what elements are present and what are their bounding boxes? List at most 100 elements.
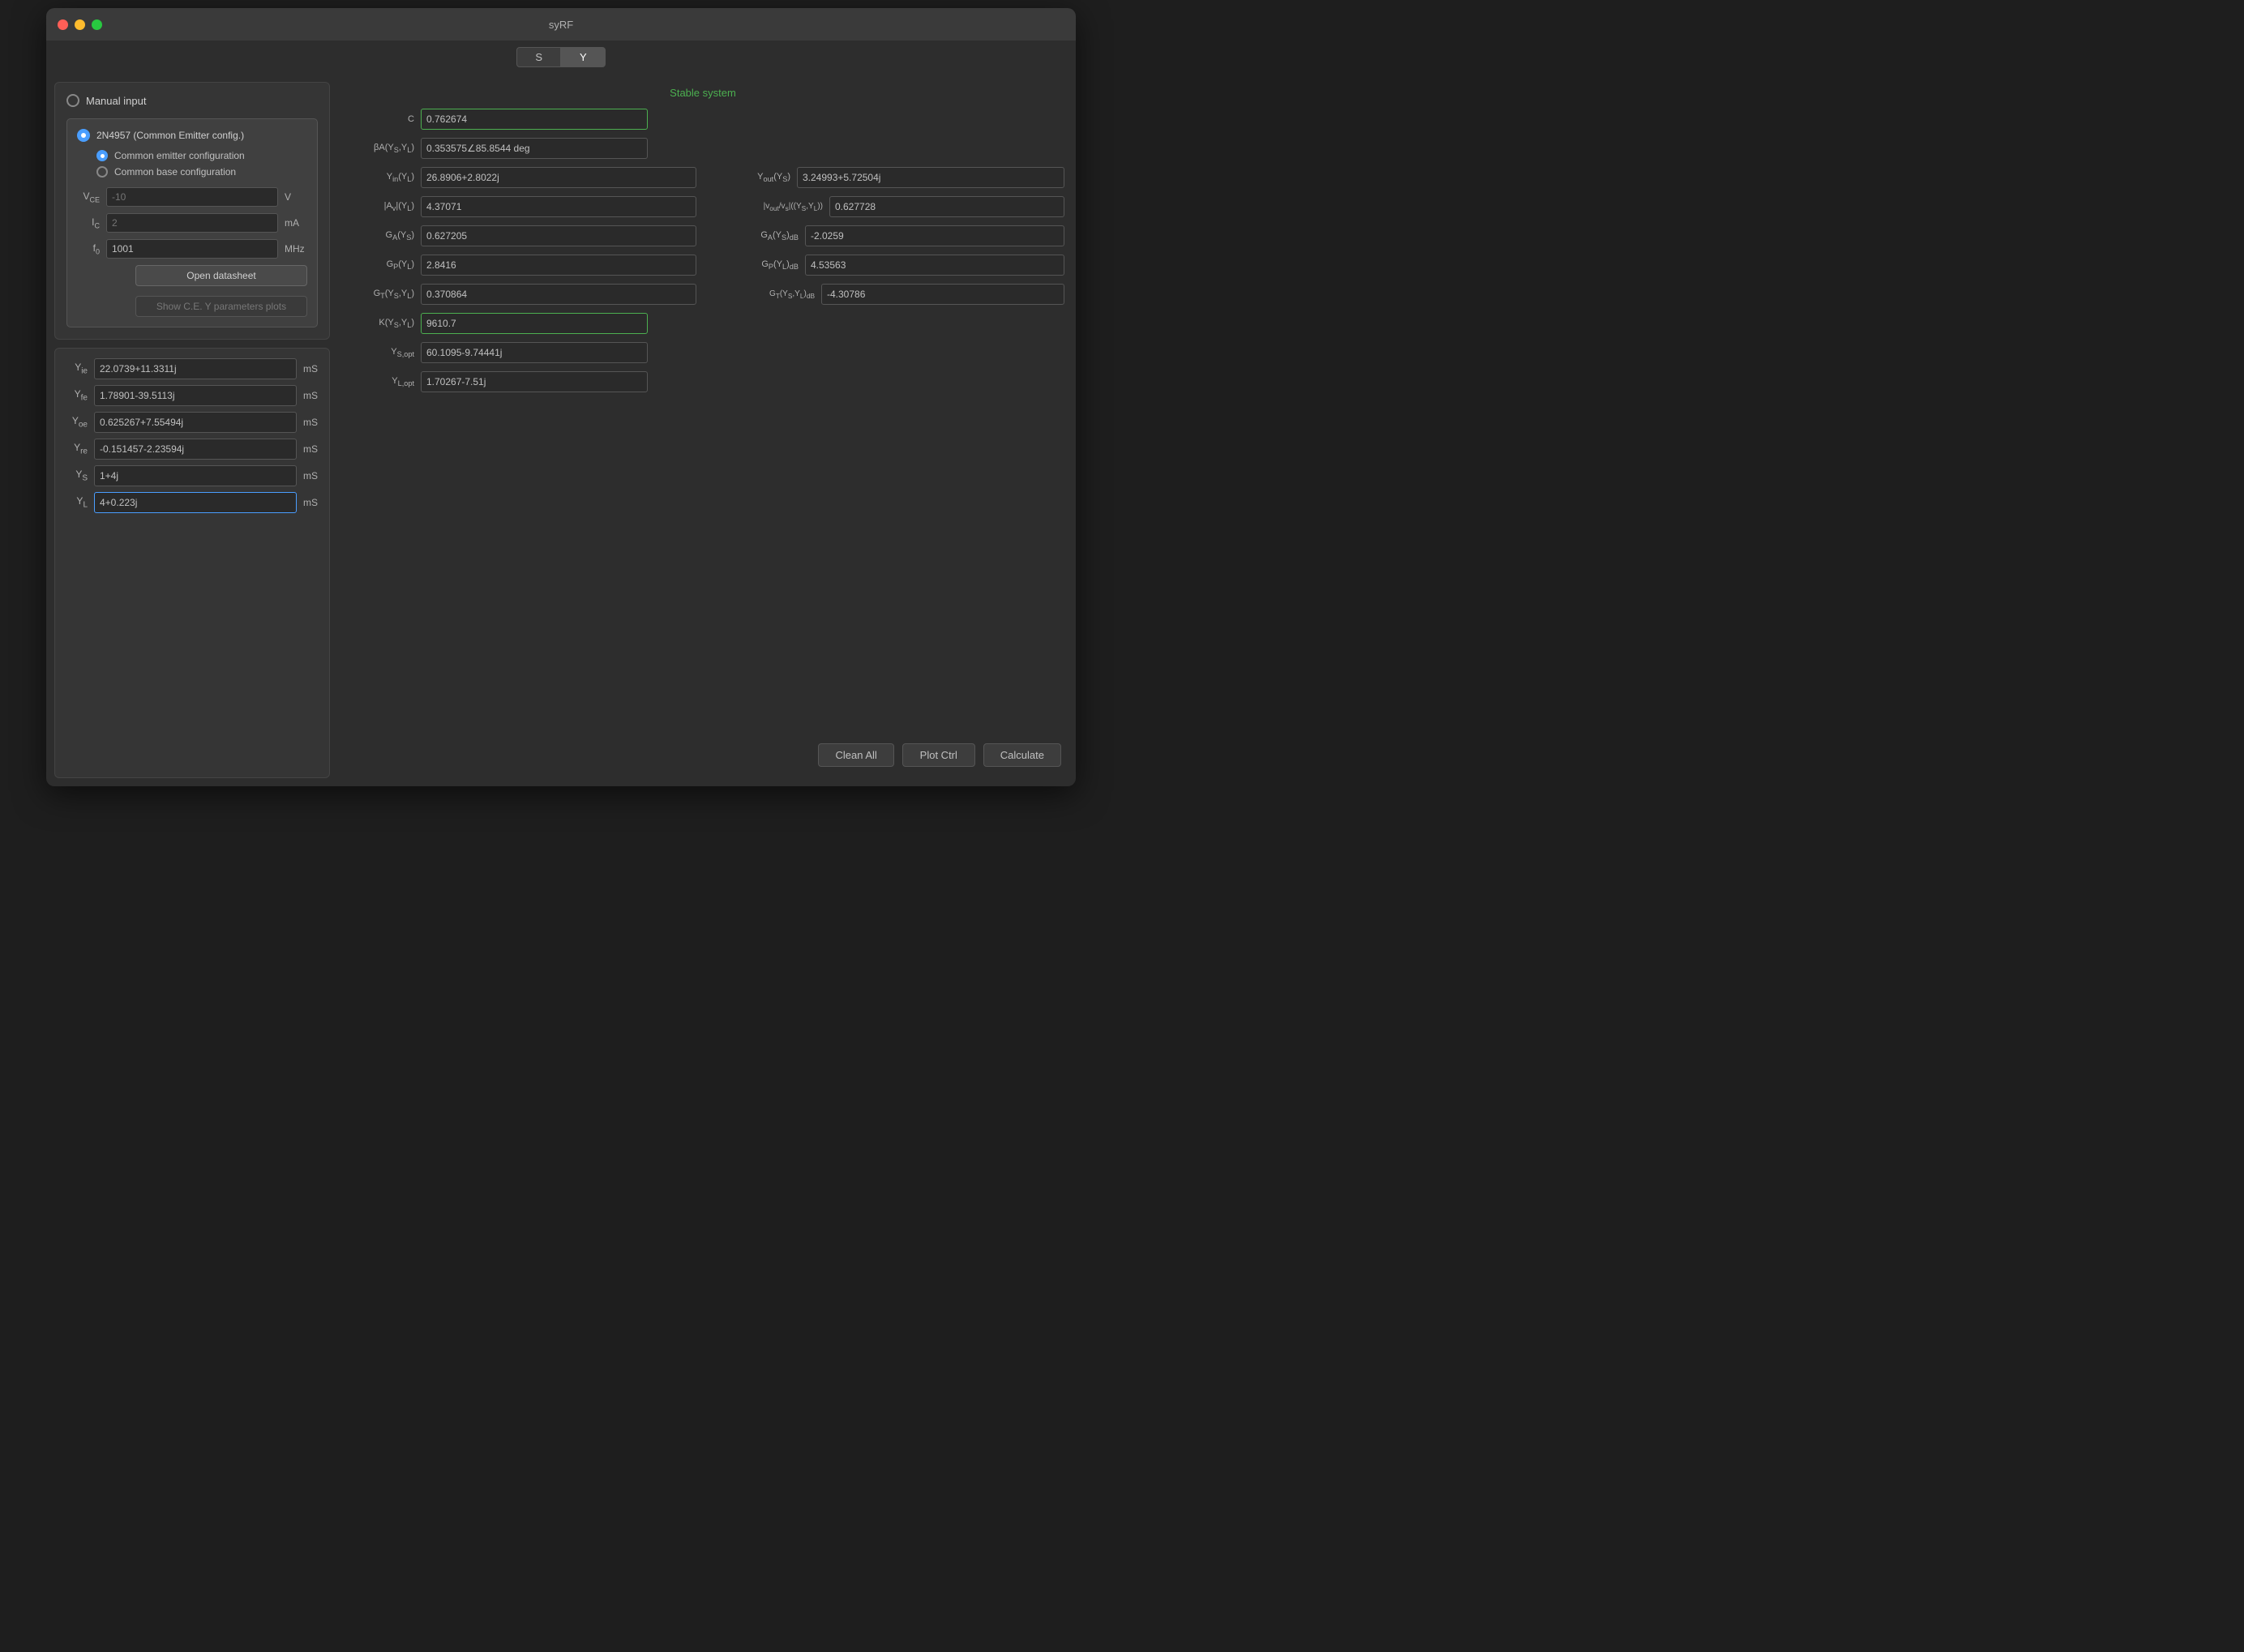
- ic-input[interactable]: [106, 213, 278, 233]
- gt-label: GT(YS,YL): [341, 289, 414, 300]
- plot-ctrl-button[interactable]: Plot Ctrl: [902, 743, 975, 767]
- yie-unit: mS: [303, 363, 319, 374]
- yre-row: Yre mS: [65, 439, 319, 460]
- gp-yl-db-row: GP(YL)dB: [709, 255, 1064, 276]
- beta-row: βA(YS,YL): [341, 138, 1064, 159]
- yie-input[interactable]: [94, 358, 297, 379]
- yl-input[interactable]: [94, 492, 297, 513]
- tab-bar: S Y: [46, 41, 1076, 74]
- show-plots-button[interactable]: Show C.E. Y parameters plots: [135, 296, 307, 317]
- config2-radio[interactable]: [96, 166, 108, 178]
- ys-row: YS mS: [65, 465, 319, 486]
- gt-value[interactable]: [421, 284, 696, 305]
- config1-label: Common emitter configuration: [114, 150, 245, 161]
- vout-label: |vout/vs|((YS,YL)): [709, 202, 823, 212]
- gp-yl-row: GP(YL): [341, 255, 696, 276]
- tab-s[interactable]: S: [516, 47, 561, 67]
- vout-value[interactable]: [829, 196, 1064, 217]
- vce-row: VCE V: [77, 187, 307, 207]
- ys-label: YS: [65, 469, 88, 482]
- yout-label: Yout(YS): [709, 172, 790, 183]
- gp-yl-label: GP(YL): [341, 259, 414, 271]
- yre-label: Yre: [65, 442, 88, 456]
- ys-opt-row: YS,opt: [341, 342, 1064, 363]
- gp-yl-db-value[interactable]: [805, 255, 1064, 276]
- stable-label: Stable system: [341, 87, 1064, 99]
- ys-input[interactable]: [94, 465, 297, 486]
- open-datasheet-button[interactable]: Open datasheet: [135, 265, 307, 286]
- ga-ys-db-row: GA(YS)dB: [709, 225, 1064, 246]
- gt-db-row: GT(YS,YL)dB: [709, 284, 1064, 305]
- ga-ys-db-value[interactable]: [805, 225, 1064, 246]
- av-value[interactable]: [421, 196, 696, 217]
- config-options: Common emitter configuration Common base…: [96, 150, 307, 178]
- c-label: C: [341, 114, 414, 124]
- tab-y[interactable]: Y: [561, 47, 606, 67]
- ic-row: IC mA: [77, 213, 307, 233]
- av-row: |Av|(YL): [341, 196, 696, 217]
- f0-unit: MHz: [285, 243, 307, 255]
- k-value[interactable]: [421, 313, 648, 334]
- manual-input-radio[interactable]: [66, 94, 79, 107]
- beta-value[interactable]: [421, 138, 648, 159]
- vout-row: |vout/vs|((YS,YL)): [709, 196, 1064, 217]
- vce-label: VCE: [77, 190, 100, 203]
- clean-all-button[interactable]: Clean All: [818, 743, 893, 767]
- device-radio[interactable]: [77, 129, 90, 142]
- beta-label: βA(YS,YL): [341, 143, 414, 154]
- ys-unit: mS: [303, 470, 319, 481]
- f0-row: f0 MHz: [77, 239, 307, 259]
- ga-ys-row: GA(YS): [341, 225, 696, 246]
- yoe-input[interactable]: [94, 412, 297, 433]
- manual-input-row: Manual input: [66, 94, 318, 107]
- yre-unit: mS: [303, 443, 319, 455]
- yin-label: Yin(YL): [341, 172, 414, 183]
- config1-radio[interactable]: [96, 150, 108, 161]
- f0-label: f0: [77, 242, 100, 255]
- config-option-1[interactable]: Common emitter configuration: [96, 150, 307, 161]
- config-option-2[interactable]: Common base configuration: [96, 166, 307, 178]
- c-row: C: [341, 109, 1064, 130]
- yoe-label: Yoe: [65, 415, 88, 429]
- yfe-input[interactable]: [94, 385, 297, 406]
- close-button[interactable]: [58, 19, 68, 30]
- config-panel: Manual input 2N4957 (Common Emitter conf…: [54, 82, 330, 340]
- vce-unit: V: [285, 191, 307, 203]
- vce-input[interactable]: [106, 187, 278, 207]
- yout-row: Yout(YS): [709, 167, 1064, 188]
- calculate-button[interactable]: Calculate: [983, 743, 1061, 767]
- yl-opt-value[interactable]: [421, 371, 648, 392]
- ga-ys-value[interactable]: [421, 225, 696, 246]
- ga-ys-label: GA(YS): [341, 230, 414, 242]
- ys-opt-label: YS,opt: [341, 347, 414, 358]
- gp-yl-value[interactable]: [421, 255, 696, 276]
- av-label: |Av|(YL): [341, 201, 414, 212]
- right-panel: Stable system C βA(YS,YL) Yin(YL) Yout(Y…: [338, 82, 1068, 778]
- yie-row: Yie mS: [65, 358, 319, 379]
- yout-value[interactable]: [797, 167, 1064, 188]
- ic-unit: mA: [285, 217, 307, 229]
- yl-label: YL: [65, 495, 88, 509]
- manual-input-label: Manual input: [86, 95, 146, 107]
- maximize-button[interactable]: [92, 19, 102, 30]
- yoe-row: Yoe mS: [65, 412, 319, 433]
- main-content: Manual input 2N4957 (Common Emitter conf…: [46, 74, 1076, 786]
- gp-yl-db-label: GP(YL)dB: [709, 259, 799, 271]
- window-title: syRF: [549, 19, 573, 31]
- k-label: K(YS,YL): [341, 318, 414, 329]
- yoe-unit: mS: [303, 417, 319, 428]
- yl-unit: mS: [303, 497, 319, 508]
- gt-db-label: GT(YS,YL)dB: [709, 289, 815, 300]
- yin-value[interactable]: [421, 167, 696, 188]
- minimize-button[interactable]: [75, 19, 85, 30]
- c-value[interactable]: [421, 109, 648, 130]
- f0-input[interactable]: [106, 239, 278, 259]
- left-panel: Manual input 2N4957 (Common Emitter conf…: [54, 82, 330, 778]
- ic-label: IC: [77, 216, 100, 229]
- ys-opt-value[interactable]: [421, 342, 648, 363]
- yre-input[interactable]: [94, 439, 297, 460]
- config2-label: Common base configuration: [114, 166, 236, 178]
- gt-db-value[interactable]: [821, 284, 1064, 305]
- yl-row: YL mS: [65, 492, 319, 513]
- yl-opt-row: YL,opt: [341, 371, 1064, 392]
